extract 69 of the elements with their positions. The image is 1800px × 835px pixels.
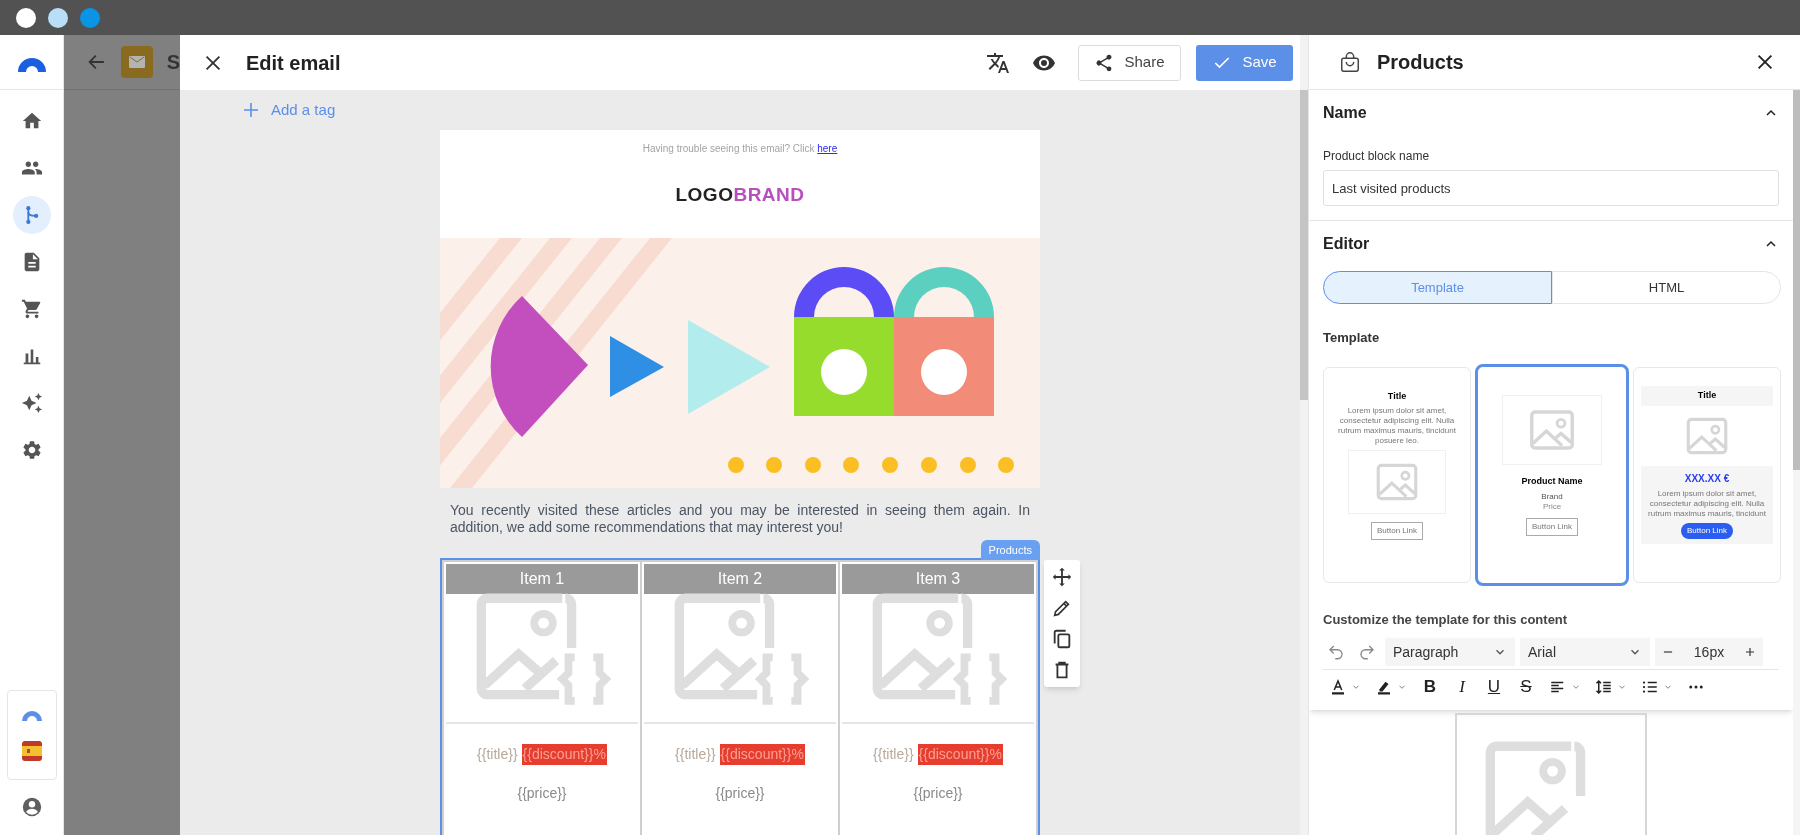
item-header: Item 3 [842,564,1034,594]
discount-tag: {{discount}}% [719,744,805,765]
discount-tag: {{discount}}% [521,744,607,765]
user-avatar-icon[interactable] [20,796,43,818]
panel-title: Products [1377,50,1464,75]
item-title: {{title}} [873,745,914,764]
template-price: XXX.XX € [1684,471,1730,486]
scrollbar-thumb[interactable] [1300,90,1308,400]
field-label: Product block name [1323,148,1431,165]
template-text: Price [1542,502,1562,512]
mode-tab[interactable]: HTML [1552,271,1781,304]
format-button[interactable]: S [1517,674,1535,700]
template-button: Button Link [1681,522,1733,539]
translate-icon[interactable] [986,50,1010,75]
item-title: {{title}} [477,745,518,764]
block-label: Products [980,540,1040,560]
template-text: Brand [1541,492,1563,502]
section-header[interactable]: Name [1309,90,1793,135]
text-color-icon[interactable] [1329,678,1347,696]
discount-tag: {{discount}}% [917,744,1003,765]
template-button: Button Link [1526,518,1578,536]
plus-icon[interactable] [1743,645,1757,659]
item-price: {{price}} [913,784,963,803]
template-title: Title [1387,389,1407,403]
item-price: {{price}} [517,784,567,803]
item-price: {{price}} [715,784,765,803]
sparkle-icon [20,392,43,414]
editor-title: Edit email [246,50,341,76]
item-header: Item 2 [644,564,836,594]
scrollbar-thumb[interactable] [1793,90,1800,470]
format-button[interactable]: B [1421,674,1439,700]
template-title: Product Name [1521,474,1583,488]
intro-paragraph: You recently visited these articles and you may be interested in seeing them again. In addition, we add some recommendations that may interest you! [449,501,1031,536]
font-size-value: 16px [1693,642,1725,662]
preheader-text: Having trouble seeing this email? Click here [642,142,838,156]
cart-icon [20,298,43,320]
item-title: {{title}} [675,745,716,764]
plus-icon [243,102,259,118]
template-card[interactable]: Title XXX.XX € Lorem ipsum dolor sit amet, consectetur adipiscing elit. Nulla rutrum maximus mauris, tincidunt Button Link [1633,366,1781,583]
template-text: Lorem ipsum dolor sit amet, consectetur adipiscing elit. Nulla rutrum maximus mauris, tincidunt [1647,488,1767,519]
redo-icon[interactable] [1358,643,1376,661]
copy-icon[interactable] [1051,628,1073,650]
mail-icon [121,46,153,78]
undo-icon[interactable] [1327,643,1345,661]
spain-flag-icon[interactable] [21,741,42,761]
section-header[interactable]: Editor [1309,221,1793,266]
font-dropdown[interactable]: Arial [1520,638,1650,666]
section-label: Customize the template for this content [1323,610,1569,629]
section-label: Template [1323,329,1381,347]
format-button[interactable]: U [1485,674,1503,700]
shopping-bag-icon [1339,51,1361,73]
template-button: Button Link [1371,522,1423,540]
page-title: S [166,50,180,75]
template-card[interactable]: Title Lorem ipsum dolor sit amet, consectetur adipiscing elit. Nulla rutrum maximus mauris, tincidunt posuere leo. Button Link [1323,366,1471,583]
move-icon[interactable] [1051,566,1073,588]
template-card[interactable]: Product Name Brand Price Button Link [1475,363,1629,586]
block-type-dropdown[interactable]: Paragraph [1385,638,1515,666]
format-button[interactable]: I [1453,674,1471,700]
template-title: Title [1697,388,1717,402]
share-button[interactable]: Share [1078,44,1181,81]
line-height-icon[interactable] [1595,678,1613,696]
nav-item[interactable] [12,196,51,234]
settings-icon [20,439,43,461]
name-field[interactable]: Last visited products [1323,170,1779,206]
brand-logo-icon[interactable] [21,709,42,721]
template-text: Lorem ipsum dolor sit amet, consectetur adipiscing elit. Nulla rutrum maximus mauris, tincidunt posuere leo. [1337,406,1457,446]
here-link[interactable]: here [817,143,838,154]
item-header: Item 1 [446,564,638,594]
brand-logo: LOGOBRAND [675,183,805,207]
